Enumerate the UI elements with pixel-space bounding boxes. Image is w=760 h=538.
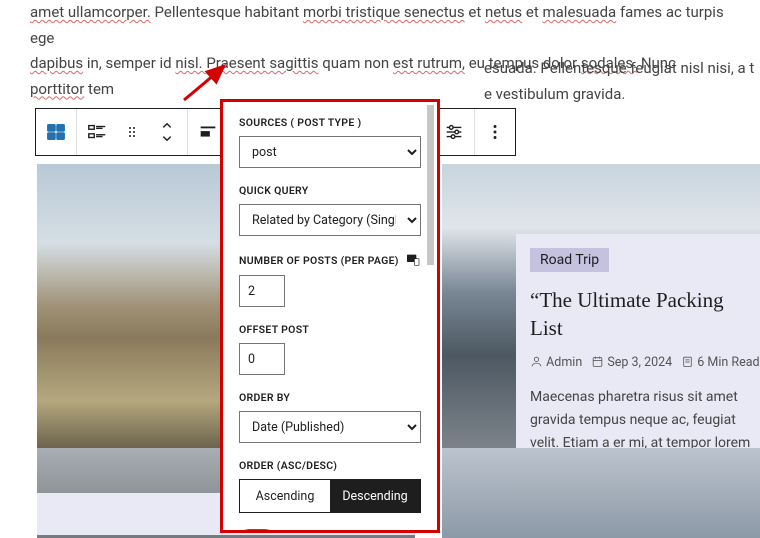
date-meta: Sep 3, 2024 <box>591 355 672 370</box>
num-posts-label: NUMBER OF POSTS (PER PAGE) <box>239 254 399 267</box>
category-badge[interactable]: Road Trip <box>530 248 609 272</box>
block-type-icon[interactable] <box>36 108 76 156</box>
order-segmented: Ascending Descending <box>239 479 421 513</box>
orderby-label: ORDER BY <box>239 391 421 404</box>
num-posts-input[interactable] <box>239 275 285 307</box>
quick-query-label: QUICK QUERY <box>239 184 421 197</box>
panel-scrollbar[interactable] <box>427 105 434 265</box>
move-arrows-icon[interactable] <box>147 108 187 156</box>
post-meta: Admin Sep 3, 2024 6 Min Read <box>530 355 760 370</box>
readtime-meta: 6 Min Read <box>681 355 759 370</box>
sliders-icon[interactable] <box>434 108 474 156</box>
sticky-toggle[interactable] <box>239 529 275 533</box>
order-asc-button[interactable]: Ascending <box>240 480 330 512</box>
responsive-icon[interactable] <box>405 252 421 268</box>
orderby-select[interactable]: Date (Published) <box>239 411 421 443</box>
order-desc-button[interactable]: Descending <box>330 480 420 512</box>
quick-query-select[interactable]: Related by Category (Single Post) <box>239 204 421 236</box>
list-view-icon[interactable] <box>77 108 117 156</box>
offset-label: OFFSET POST <box>239 323 421 336</box>
query-settings-panel: SOURCES ( POST TYPE ) post QUICK QUERY R… <box>220 99 440 533</box>
bottom-image-right <box>442 448 760 538</box>
more-options-icon[interactable] <box>475 108 515 156</box>
sources-label: SOURCES ( POST TYPE ) <box>239 116 421 129</box>
paragraph-continuation: esuada. Pellentesque feugiat nisl nisi, … <box>484 56 754 107</box>
drag-handle-icon[interactable] <box>117 108 147 156</box>
offset-input[interactable] <box>239 343 285 375</box>
order-label: ORDER (ASC/DESC) <box>239 459 421 472</box>
sources-select[interactable]: post <box>239 136 421 168</box>
post-title[interactable]: “The Ultimate Packing List <box>530 286 760 343</box>
author-meta: Admin <box>530 355 582 370</box>
sticky-toggle-label: Ignore Sticky Posts <box>285 532 396 534</box>
